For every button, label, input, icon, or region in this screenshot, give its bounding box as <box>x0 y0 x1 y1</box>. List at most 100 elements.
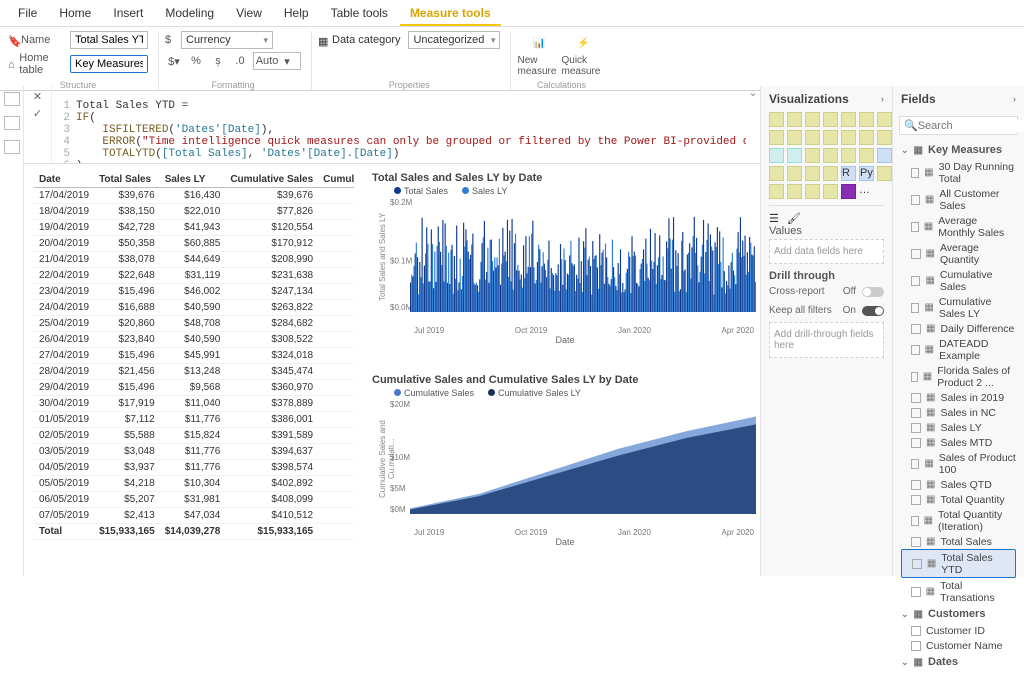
field-item[interactable]: Customer Name <box>901 638 1016 653</box>
table-row[interactable]: 22/04/2019$22,648$31,119$231,638$217,036 <box>34 268 354 284</box>
table-row[interactable]: 21/04/2019$38,078$44,649$208,990$185,917 <box>34 252 354 268</box>
tab-file[interactable]: File <box>8 2 47 26</box>
table-row[interactable]: 17/04/2019$39,676$16,430$39,676$16,430 <box>34 188 354 204</box>
visualization-picker[interactable]: RPy … <box>761 112 892 199</box>
fields-group-key-measures[interactable]: ⌄▦Key Measures <box>901 141 1016 159</box>
cross-report-toggle[interactable]: Cross-reportOff <box>761 282 892 301</box>
table-row[interactable]: 29/04/2019$15,496$9,568$360,970$461,733 <box>34 380 354 396</box>
field-item[interactable]: Customer ID <box>901 623 1016 638</box>
formula-bar: ✕ ✓ 1Total Sales YTD = 2IF( 3 ISFILTERED… <box>24 86 760 164</box>
percent-button[interactable]: % <box>187 52 205 70</box>
table-row[interactable]: 18/04/2019$38,150$22,010$77,826$38,440 <box>34 204 354 220</box>
format-select[interactable]: Currency▾ <box>181 31 273 49</box>
field-item[interactable]: ▦Florida Sales of Product 2 ... <box>901 363 1016 390</box>
measure-icon: ▦ <box>926 392 935 403</box>
field-item[interactable]: ▦Total Quantity (Iteration) <box>901 507 1016 534</box>
visualizations-header[interactable]: Visualizations› <box>761 86 892 112</box>
table-row[interactable]: 06/05/2019$5,207$31,981$408,099$566,210 <box>34 492 354 508</box>
table-row[interactable]: 26/04/2019$23,840$40,590$308,522$392,926 <box>34 332 354 348</box>
table-row[interactable]: 05/05/2019$4,218$10,304$402,892$534,229 <box>34 476 354 492</box>
measure-icon: ▦ <box>927 558 936 569</box>
formula-editor[interactable]: 1Total Sales YTD = 2IF( 3 ISFILTERED('Da… <box>52 86 746 163</box>
field-item[interactable]: ▦Average Quantity <box>901 240 1016 267</box>
tab-table-tools[interactable]: Table tools <box>321 2 398 26</box>
field-item[interactable]: ▦Sales in NC <box>901 405 1016 420</box>
values-well[interactable]: Add data fields here <box>769 239 884 264</box>
formula-cancel-button[interactable]: ✕ <box>33 90 42 103</box>
table-row[interactable]: 19/04/2019$42,728$41,943$120,554$80,383 <box>34 220 354 236</box>
new-measure-button[interactable]: 📊New measure <box>517 31 561 77</box>
format-analytics-tabs[interactable]: ☰ 🖌 <box>761 212 892 225</box>
table-row[interactable]: 23/04/2019$15,496$46,002$247,134$263,038 <box>34 284 354 300</box>
chart-total-sales[interactable]: Total Sales and Sales LY by Date Total S… <box>370 172 760 366</box>
table-total-row: Total$15,933,165$14,039,278$15,933,165$1… <box>34 524 354 540</box>
measure-icon: ▦ <box>926 323 935 334</box>
field-item[interactable]: ▦Cumulative Sales LY <box>901 294 1016 321</box>
fields-search[interactable]: 🔍 <box>899 116 1018 135</box>
chart-cumulative[interactable]: Cumulative Sales and Cumulative Sales LY… <box>370 374 760 568</box>
data-category-select[interactable]: Uncategorized▾ <box>408 31 500 49</box>
field-item[interactable]: ▦Cumulative Sales <box>901 267 1016 294</box>
keep-filters-toggle[interactable]: Keep all filtersOn <box>761 301 892 320</box>
field-item[interactable]: ▦All Customer Sales <box>901 186 1016 213</box>
home-icon: ⌂ <box>8 59 16 69</box>
table-row[interactable]: 30/04/2019$17,919$11,040$378,889$472,773 <box>34 396 354 412</box>
tab-help[interactable]: Help <box>274 2 319 26</box>
left-view-rail <box>0 86 24 576</box>
fields-search-input[interactable] <box>918 120 1024 132</box>
field-item[interactable]: ▦Total Transations <box>901 578 1016 605</box>
tab-insert[interactable]: Insert <box>103 2 153 26</box>
model-view-button[interactable] <box>4 140 20 154</box>
fields-tab-icon[interactable]: ☰ <box>769 212 779 225</box>
format-tab-icon[interactable]: 🖌 <box>787 212 801 225</box>
table-row[interactable]: 20/04/2019$50,358$60,885$170,912$141,268 <box>34 236 354 252</box>
home-table-select[interactable] <box>70 55 148 73</box>
chart1-title: Total Sales and Sales LY by Date <box>372 172 760 184</box>
formula-expand-button[interactable]: ⌄ <box>746 86 760 163</box>
table-row[interactable]: 04/05/2019$3,937$11,776$398,574$523,925 <box>34 460 354 476</box>
chart1-yaxis-label: Total Sales and Sales LY <box>378 202 386 312</box>
table-row[interactable]: 25/04/2019$20,860$48,708$284,682$352,336 <box>34 316 354 332</box>
fields-pane: Fields› 🔍 ⌄▦Key Measures ▦30 Day Running… <box>892 86 1024 576</box>
tab-home[interactable]: Home <box>49 2 101 26</box>
table-row[interactable]: 03/05/2019$3,048$11,776$394,637$512,149 <box>34 444 354 460</box>
measure-name-input[interactable] <box>70 31 148 49</box>
field-item[interactable]: ▦Sales LY <box>901 420 1016 435</box>
decimals-select[interactable]: Auto▾ <box>253 52 301 70</box>
table-row[interactable]: 24/04/2019$16,688$40,590$263,822$303,628 <box>34 300 354 316</box>
field-item[interactable]: ▦DATEADD Example <box>901 336 1016 363</box>
field-item[interactable]: ▦Total Quantity <box>901 492 1016 507</box>
fields-group-dates[interactable]: ⌄▦Dates <box>901 653 1016 671</box>
field-item[interactable]: ▦30 Day Running Total <box>901 159 1016 186</box>
tab-view[interactable]: View <box>226 2 272 26</box>
field-item[interactable]: ▦Sales in 2019 <box>901 390 1016 405</box>
field-item[interactable]: ▦Average Monthly Sales <box>901 213 1016 240</box>
chart2-yaxis-label: Cumulative Sales and Cu.mulati... <box>378 404 386 514</box>
drill-through-well[interactable]: Add drill-through fields here <box>769 322 884 358</box>
thousands-button[interactable]: ș <box>209 52 227 70</box>
currency-button[interactable]: $▾ <box>165 52 183 70</box>
field-item[interactable]: ▦Total Sales YTD <box>901 549 1016 578</box>
table-visual[interactable]: DateTotal SalesSales LYCumulative SalesC… <box>34 172 354 568</box>
name-label: 🔖Name <box>8 34 66 46</box>
fields-header[interactable]: Fields› <box>893 86 1024 112</box>
fields-group-customers[interactable]: ⌄▦Customers <box>901 605 1016 623</box>
data-view-button[interactable] <box>4 116 20 130</box>
table-row[interactable]: 07/05/2019$2,413$47,034$410,512$613,244 <box>34 508 354 524</box>
table-row[interactable]: 01/05/2019$7,112$11,776$386,001$484,549 <box>34 412 354 428</box>
field-item[interactable]: ▦Daily Difference <box>901 321 1016 336</box>
tab-measure-tools[interactable]: Measure tools <box>400 2 501 26</box>
table-row[interactable]: 27/04/2019$15,496$45,991$324,018$438,917 <box>34 348 354 364</box>
formula-commit-button[interactable]: ✓ <box>33 107 42 120</box>
field-item[interactable]: ▦Sales of Product 100 <box>901 450 1016 477</box>
field-item[interactable]: ▦Total Sales <box>901 534 1016 549</box>
table-row[interactable]: 02/05/2019$5,588$15,824$391,589$500,373 <box>34 428 354 444</box>
quick-measure-button[interactable]: ⚡Quick measure <box>561 31 605 77</box>
chart2-xlabel: Date <box>370 537 760 547</box>
tab-modeling[interactable]: Modeling <box>155 2 224 26</box>
table-row[interactable]: 28/04/2019$21,456$13,248$345,474$452,165 <box>34 364 354 380</box>
field-item[interactable]: ▦Sales QTD <box>901 477 1016 492</box>
field-item[interactable]: ▦Sales MTD <box>901 435 1016 450</box>
measure-icon: ▦ <box>926 248 935 259</box>
report-view-button[interactable] <box>4 92 20 106</box>
